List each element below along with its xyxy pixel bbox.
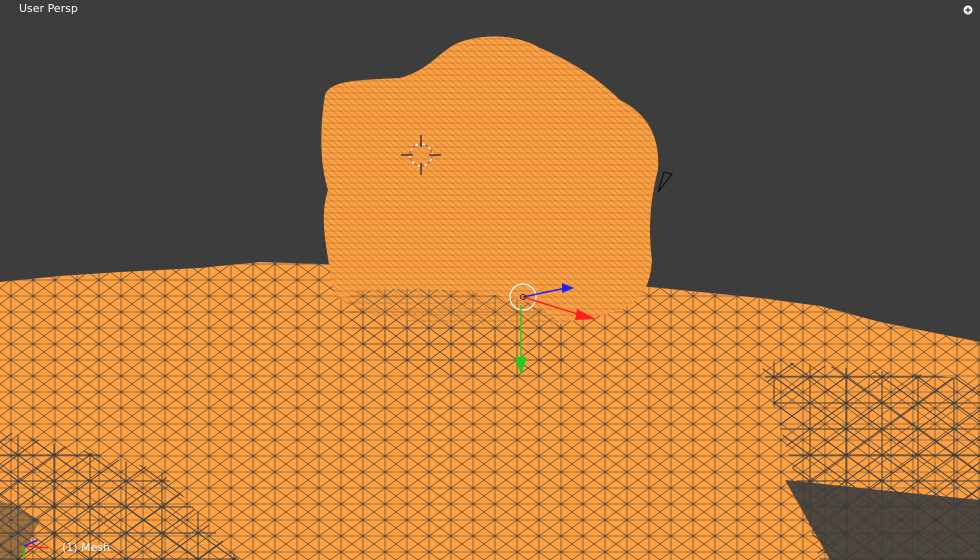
view-label: User Persp (19, 2, 78, 15)
mesh-wireframe[interactable] (0, 0, 980, 560)
3d-viewport[interactable]: User Persp (1) Mesh (0, 0, 980, 560)
camera-icon (657, 171, 674, 193)
object-label: (1) Mesh (62, 541, 111, 554)
zoom-plus-icon[interactable] (962, 4, 974, 16)
axis-orientation-icon (23, 539, 49, 558)
